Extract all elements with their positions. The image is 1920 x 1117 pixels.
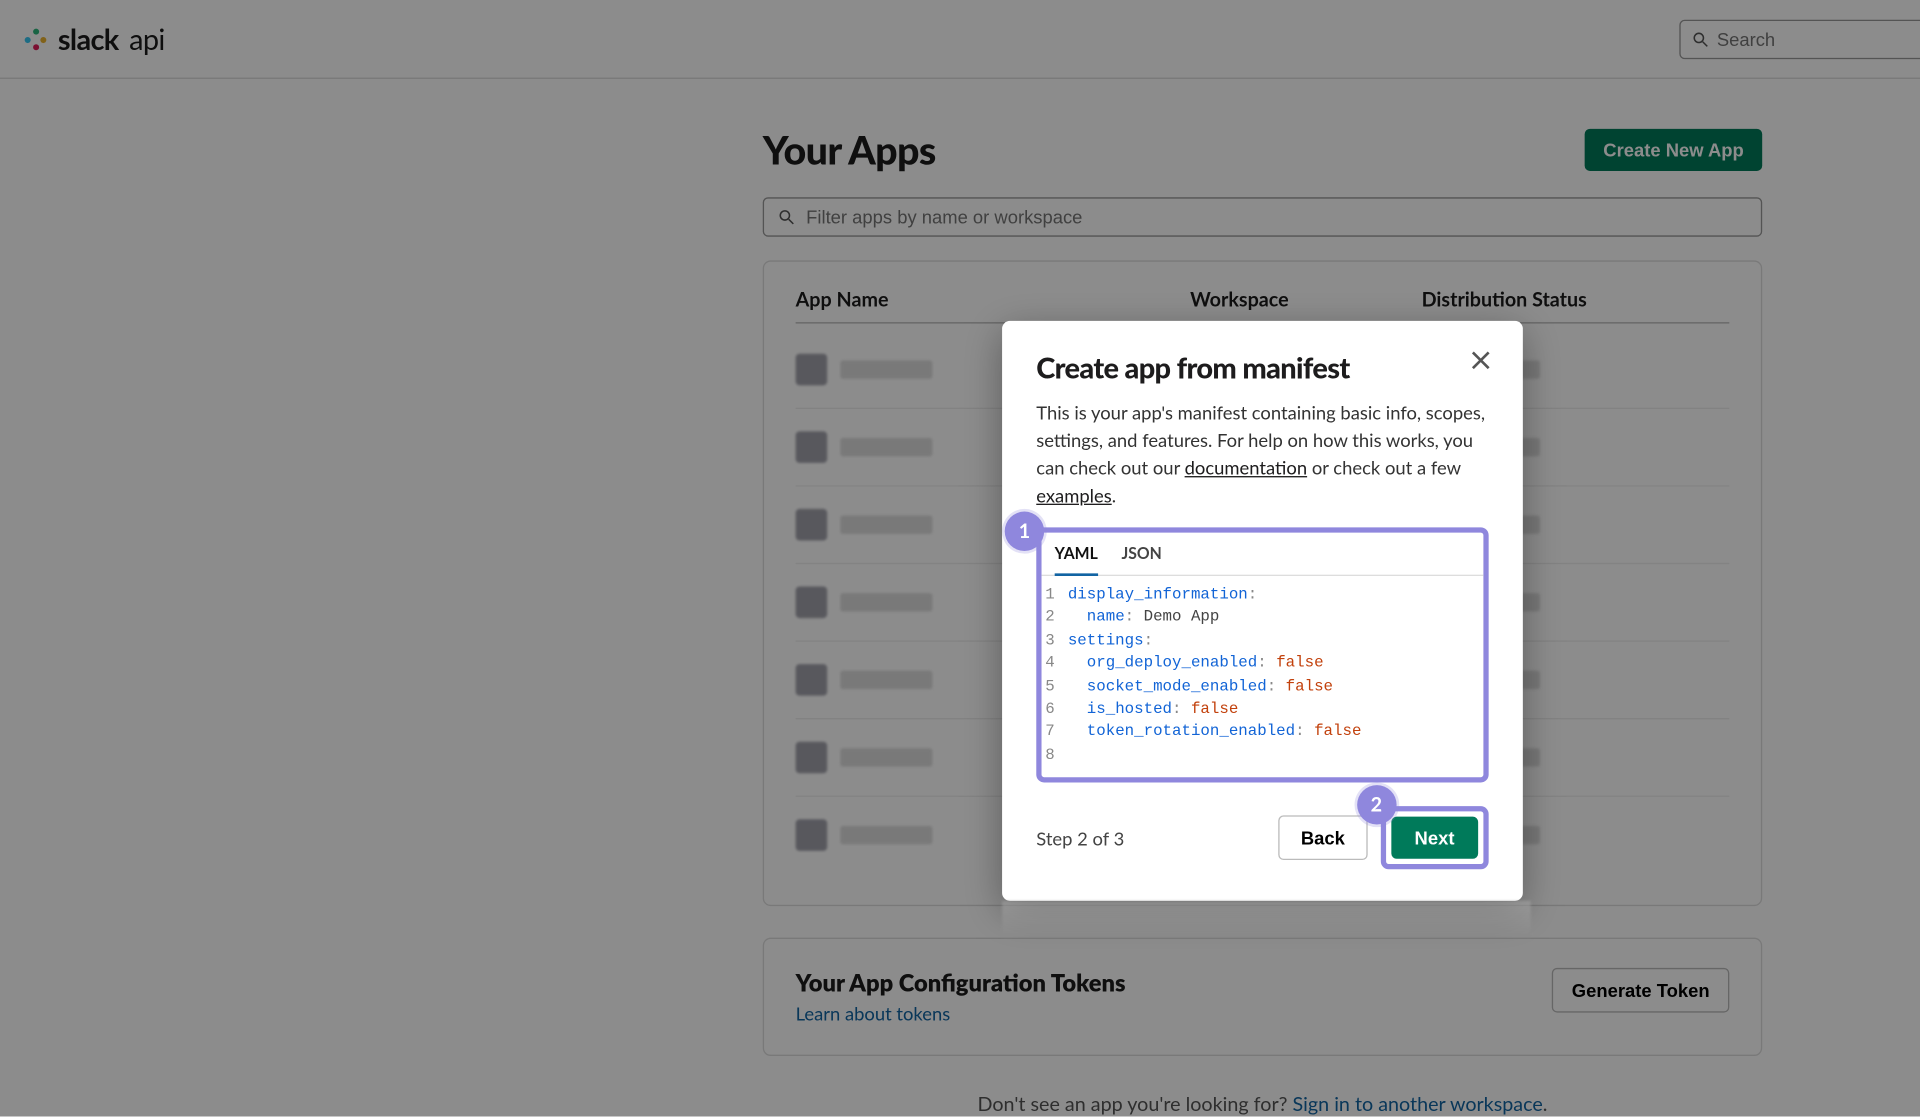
close-icon — [1470, 350, 1491, 371]
modal-footer: Step 2 of 3 Back 2 Next — [1036, 806, 1488, 869]
next-button-highlight: 2 Next — [1380, 806, 1488, 869]
code-token: false — [1286, 677, 1333, 695]
documentation-link[interactable]: documentation — [1185, 456, 1308, 478]
code-token: token_rotation_enabled — [1087, 722, 1295, 740]
line-number: 2 — [1042, 607, 1068, 630]
back-button[interactable]: Back — [1278, 816, 1367, 861]
code-token: false — [1314, 722, 1361, 740]
modal-desc-part3: . — [1112, 484, 1116, 506]
callout-2-badge: 2 — [1357, 785, 1396, 824]
line-number: 6 — [1042, 698, 1068, 721]
create-app-manifest-modal: Create app from manifest This is your ap… — [1002, 321, 1523, 901]
callout-1-badge: 1 — [1005, 512, 1044, 551]
code-token: org_deploy_enabled — [1087, 654, 1257, 672]
code-token: is_hosted — [1087, 700, 1172, 718]
modal-backdrop[interactable]: Create app from manifest This is your ap… — [0, 0, 1920, 1116]
modal-title: Create app from manifest — [1036, 350, 1488, 386]
tab-yaml[interactable]: YAML — [1055, 543, 1098, 576]
code-token: settings — [1068, 631, 1144, 649]
next-button[interactable]: Next — [1391, 817, 1478, 859]
code-token: false — [1276, 654, 1323, 672]
line-number: 5 — [1042, 675, 1068, 698]
code-token: false — [1191, 700, 1238, 718]
modal-close-button[interactable] — [1470, 350, 1496, 376]
tab-json[interactable]: JSON — [1121, 543, 1161, 575]
manifest-editor-highlight: 1 YAML JSON 1display_information: 2 name… — [1036, 527, 1488, 782]
modal-shadow — [1002, 901, 1531, 938]
code-token: name — [1087, 608, 1125, 626]
examples-link[interactable]: examples — [1036, 484, 1111, 506]
modal-desc-part2: or check out a few — [1307, 456, 1461, 478]
manifest-code-editor[interactable]: 1display_information: 2 name: Demo App 3… — [1042, 576, 1484, 777]
code-token: socket_mode_enabled — [1087, 677, 1267, 695]
code-token: display_information — [1068, 585, 1248, 603]
line-number: 7 — [1042, 721, 1068, 744]
modal-description: This is your app's manifest containing b… — [1036, 398, 1488, 508]
step-indicator: Step 2 of 3 — [1036, 827, 1124, 849]
line-number: 8 — [1042, 744, 1068, 767]
line-number: 4 — [1042, 653, 1068, 676]
manifest-format-tabs: YAML JSON — [1042, 533, 1484, 576]
code-token: Demo App — [1144, 608, 1220, 626]
line-number: 3 — [1042, 630, 1068, 653]
line-number: 1 — [1042, 584, 1068, 607]
